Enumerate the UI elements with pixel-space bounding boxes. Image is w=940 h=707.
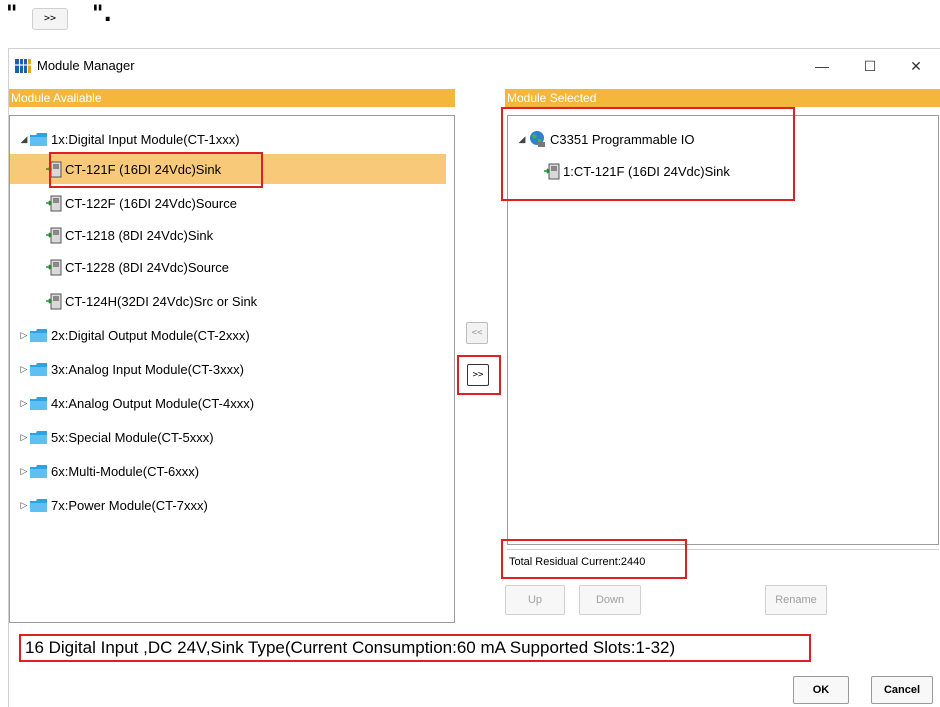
- selected-header: Module Selected: [505, 89, 940, 107]
- tree-group-label: 1x:Digital Input Module(CT-1xxx): [51, 131, 240, 147]
- down-button[interactable]: Down: [579, 585, 641, 615]
- module-manager-dialog: Module Manager — ☐ ✕ Module Avaliable ◢ …: [8, 48, 940, 707]
- tree-item-selected-ct-121f[interactable]: 1:CT-121F (16DI 24Vdc)Sink: [544, 156, 730, 186]
- title-bar: Module Manager — ☐ ✕: [9, 49, 940, 83]
- module-icon: [46, 293, 62, 309]
- maximize-button[interactable]: ☐: [847, 53, 893, 79]
- tree-group-special[interactable]: ▷ 5x:Special Module(CT-5xxx): [18, 422, 214, 452]
- tree-item-ct-1218[interactable]: CT-1218 (8DI 24Vdc)Sink: [46, 220, 213, 250]
- tree-group-label: 7x:Power Module(CT-7xxx): [51, 497, 208, 513]
- tree-group-label: 4x:Analog Output Module(CT-4xxx): [51, 395, 255, 411]
- tree-item-label: 1:CT-121F (16DI 24Vdc)Sink: [563, 163, 730, 179]
- minimize-button[interactable]: —: [799, 53, 845, 79]
- collapse-triangle-icon[interactable]: ◢: [516, 134, 528, 145]
- selected-tree[interactable]: ◢ C3351 Programmable IO 1:CT-121F (16DI …: [507, 115, 939, 545]
- tree-root-c3351[interactable]: ◢ C3351 Programmable IO: [516, 124, 695, 154]
- tree-group-power[interactable]: ▷ 7x:Power Module(CT-7xxx): [18, 490, 208, 520]
- tree-item-label: CT-1218 (8DI 24Vdc)Sink: [65, 227, 214, 243]
- folder-icon: [30, 396, 47, 410]
- folder-icon: [30, 430, 47, 444]
- tree-group-label: 6x:Multi-Module(CT-6xxx): [51, 463, 200, 479]
- available-tree[interactable]: ◢ 1x:Digital Input Module(CT-1xxx) CT-12…: [9, 115, 455, 623]
- tree-group-label: 5x:Special Module(CT-5xxx): [51, 429, 214, 445]
- app-icon: [15, 59, 31, 73]
- module-icon: [46, 195, 62, 211]
- module-icon: [544, 163, 560, 179]
- rename-button[interactable]: Rename: [765, 585, 827, 615]
- module-icon: [46, 227, 62, 243]
- tree-item-label: CT-122F (16DI 24Vdc)Source: [65, 195, 237, 211]
- close-quote: ".: [92, 2, 112, 27]
- remove-module-button[interactable]: <<: [466, 322, 488, 344]
- folder-icon: [30, 464, 47, 478]
- folder-icon: [30, 328, 47, 342]
- up-button[interactable]: Up: [505, 585, 565, 615]
- globe-icon: [530, 131, 545, 147]
- folder-icon: [30, 498, 47, 512]
- tree-group-digital-output[interactable]: ▷ 2x:Digital Output Module(CT-2xxx): [18, 320, 250, 350]
- residual-current-bar: Total Residual Current:2440: [507, 549, 939, 575]
- tree-group-digital-input[interactable]: ◢ 1x:Digital Input Module(CT-1xxx): [18, 124, 240, 154]
- available-header: Module Avaliable: [9, 89, 455, 107]
- tree-item-ct-1228[interactable]: CT-1228 (8DI 24Vdc)Source: [46, 252, 229, 282]
- snippet-add-button: >>: [32, 8, 68, 30]
- expand-triangle-icon[interactable]: ▷: [18, 466, 30, 477]
- module-icon: [46, 161, 62, 177]
- module-description: 16 Digital Input ,DC 24V,Sink Type(Curre…: [19, 634, 811, 662]
- folder-icon: [30, 132, 47, 146]
- expand-triangle-icon[interactable]: ▷: [18, 330, 30, 341]
- tree-item-label: CT-124H(32DI 24Vdc)Src or Sink: [65, 293, 258, 309]
- expand-triangle-icon[interactable]: ▷: [18, 364, 30, 375]
- ok-button[interactable]: OK: [793, 676, 849, 704]
- add-module-button[interactable]: >>: [467, 364, 489, 386]
- window-title: Module Manager: [37, 58, 135, 73]
- tree-group-label: 3x:Analog Input Module(CT-3xxx): [51, 361, 244, 377]
- tree-group-multi[interactable]: ▷ 6x:Multi-Module(CT-6xxx): [18, 456, 200, 486]
- cancel-button[interactable]: Cancel: [871, 676, 933, 704]
- module-icon: [46, 259, 62, 275]
- expand-triangle-icon[interactable]: ▷: [18, 500, 30, 511]
- collapse-triangle-icon[interactable]: ◢: [18, 134, 30, 145]
- tree-item-ct-122f[interactable]: CT-122F (16DI 24Vdc)Source: [46, 188, 237, 218]
- tree-item-label: CT-121F (16DI 24Vdc)Sink: [65, 161, 222, 177]
- residual-current-text: Total Residual Current:2440: [509, 556, 646, 568]
- tree-root-label: C3351 Programmable IO: [550, 131, 695, 147]
- tree-group-label: 2x:Digital Output Module(CT-2xxx): [51, 327, 250, 343]
- tree-item-ct-124h[interactable]: CT-124H(32DI 24Vdc)Src or Sink: [46, 286, 257, 316]
- tree-item-ct-121f[interactable]: CT-121F (16DI 24Vdc)Sink: [10, 154, 446, 184]
- expand-triangle-icon[interactable]: ▷: [18, 432, 30, 443]
- tree-group-analog-input[interactable]: ▷ 3x:Analog Input Module(CT-3xxx): [18, 354, 244, 384]
- folder-icon: [30, 362, 47, 376]
- expand-triangle-icon[interactable]: ▷: [18, 398, 30, 409]
- open-quote: ": [6, 2, 18, 27]
- close-button[interactable]: ✕: [893, 53, 939, 79]
- tree-item-label: CT-1228 (8DI 24Vdc)Source: [65, 259, 230, 275]
- tree-group-analog-output[interactable]: ▷ 4x:Analog Output Module(CT-4xxx): [18, 388, 255, 418]
